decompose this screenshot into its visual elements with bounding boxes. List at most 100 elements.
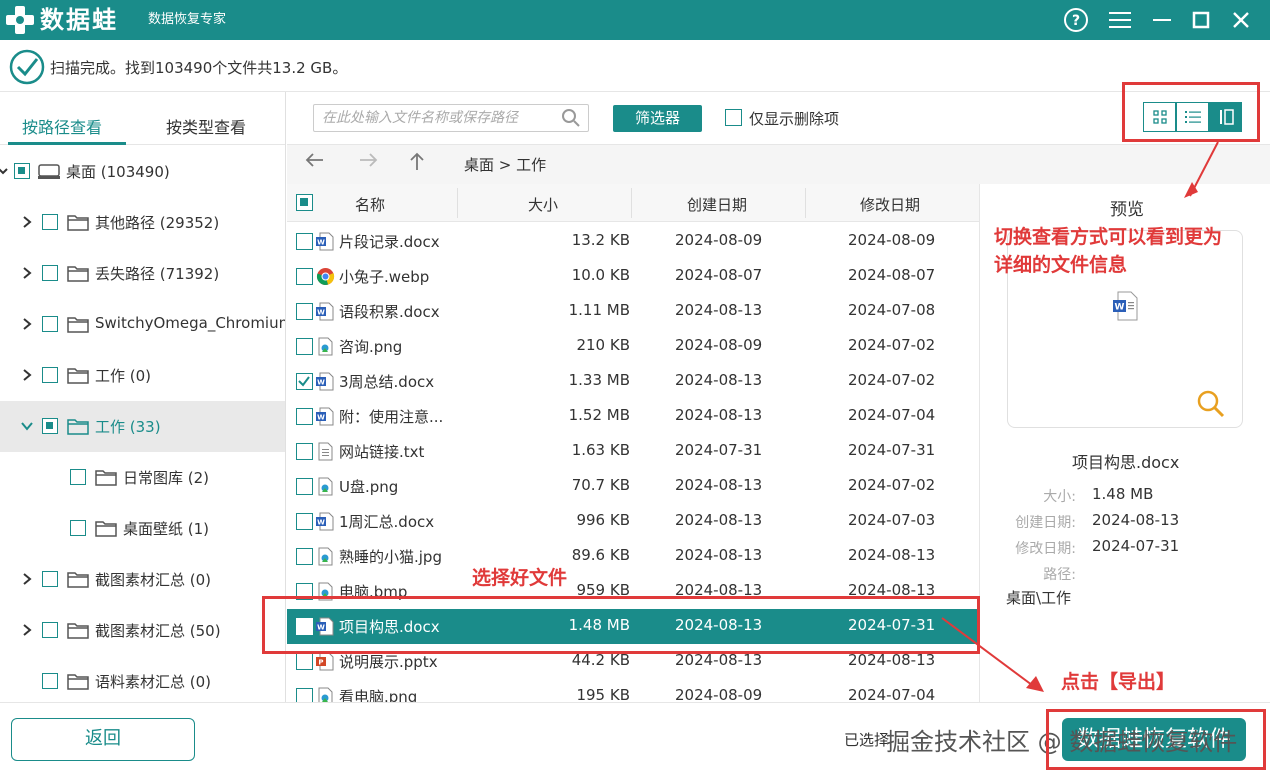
minimize-icon[interactable] (1147, 5, 1177, 35)
tree-checkbox[interactable] (42, 214, 58, 230)
file-row[interactable]: 咨询.png 210 KB 2024-08-09 2024-07-02 (287, 329, 979, 364)
file-checkbox[interactable] (296, 478, 313, 495)
up-arrow-icon[interactable] (409, 152, 425, 177)
tree-checkbox[interactable] (42, 418, 58, 434)
annotation-box-view-switch (1122, 82, 1260, 142)
back-arrow-icon[interactable] (305, 152, 325, 173)
file-name: 说明展示.pptx (339, 653, 438, 671)
column-modified[interactable]: 修改日期 (860, 194, 920, 215)
tree-checkbox[interactable] (42, 265, 58, 281)
preview-modified-value: 2024-07-31 (1092, 537, 1180, 555)
chevron-down-icon[interactable] (0, 164, 10, 178)
file-row[interactable]: 小兔子.webp 10.0 KB 2024-08-07 2024-08-07 (287, 259, 979, 294)
chevron-right-icon[interactable] (20, 266, 34, 280)
folder-icon (67, 368, 89, 384)
file-size: 70.7 KB (571, 476, 630, 494)
file-checkbox[interactable] (296, 443, 313, 460)
navigation-bar (287, 144, 1270, 184)
tree-item-screenshots-50[interactable]: 截图素材汇总 (50) (0, 605, 285, 656)
file-row[interactable]: W 1周汇总.docx 996 KB 2024-08-13 2024-07-03 (287, 504, 979, 539)
tree-item-other-paths[interactable]: 其他路径 (29352) (0, 197, 285, 248)
tree-checkbox[interactable] (42, 673, 58, 689)
deleted-only-checkbox[interactable] (725, 109, 742, 126)
file-checkbox[interactable] (296, 373, 313, 390)
zoom-icon[interactable] (1196, 389, 1226, 419)
column-name[interactable]: 名称 (355, 194, 385, 215)
tree-checkbox[interactable] (42, 316, 58, 332)
tree-checkbox[interactable] (42, 622, 58, 638)
file-name: 网站链接.txt (339, 443, 425, 461)
file-table-header: 名称 大小 创建日期 修改日期 (287, 184, 979, 222)
forward-arrow-icon[interactable] (358, 152, 378, 173)
image-file-icon (316, 477, 335, 496)
tree-item-screenshots-0[interactable]: 截图素材汇总 (0) (0, 554, 285, 605)
file-size: 13.2 KB (571, 231, 630, 249)
menu-icon[interactable] (1105, 5, 1135, 35)
drive-icon (38, 164, 60, 179)
tree-item-wallpaper[interactable]: 桌面壁纸 (1) (0, 503, 285, 554)
file-checkbox[interactable] (296, 303, 313, 320)
file-created-date: 2024-08-09 (675, 231, 763, 249)
chevron-right-icon[interactable] (20, 368, 34, 382)
tree-item-label: SwitchyOmega_Chromium (95, 314, 286, 332)
filter-button[interactable]: 筛选器 (613, 105, 702, 132)
file-created-date: 2024-08-13 (675, 511, 763, 529)
file-size: 1.11 MB (568, 301, 630, 319)
file-row[interactable]: W 附：使用注意... 1.52 MB 2024-08-13 2024-07-04 (287, 399, 979, 434)
tree-item-corpus[interactable]: 语料素材汇总 (0) (0, 656, 285, 702)
file-checkbox[interactable] (296, 513, 313, 530)
tree-item-switchyomega[interactable]: SwitchyOmega_Chromium (0, 299, 286, 350)
tree-checkbox[interactable] (14, 163, 30, 179)
file-modified-date: 2024-07-31 (848, 441, 936, 459)
tree-item-work-33[interactable]: 工作 (33) (0, 401, 285, 452)
file-row[interactable]: W 语段积累.docx 1.11 MB 2024-08-13 2024-07-08 (287, 294, 979, 329)
tree-item-lost-paths[interactable]: 丢失路径 (71392) (0, 248, 285, 299)
chevron-right-icon[interactable] (20, 572, 34, 586)
file-checkbox[interactable] (296, 548, 313, 565)
file-created-date: 2024-08-07 (675, 266, 763, 284)
file-row[interactable]: W 3周总结.docx 1.33 MB 2024-08-13 2024-07-02 (287, 364, 979, 399)
chevron-right-icon[interactable] (20, 623, 34, 637)
column-created[interactable]: 创建日期 (687, 194, 747, 215)
search-icon[interactable] (561, 108, 581, 128)
column-size[interactable]: 大小 (528, 194, 558, 215)
tree-checkbox[interactable] (70, 469, 86, 485)
file-row[interactable]: 熟睡的小猫.jpg 89.6 KB 2024-08-13 2024-08-13 (287, 539, 979, 574)
tree-item-label: 截图素材汇总 (50) (95, 622, 221, 640)
search-input[interactable]: 在此处输入文件名称或保存路径 (313, 104, 589, 132)
file-size: 996 KB (576, 511, 630, 529)
file-created-date: 2024-08-13 (675, 371, 763, 389)
selected-count-text: 已选择 (844, 731, 890, 749)
close-icon[interactable] (1226, 5, 1256, 35)
help-icon[interactable]: ? (1061, 5, 1091, 35)
tree-checkbox[interactable] (42, 571, 58, 587)
tree-item-work-0[interactable]: 工作 (0) (0, 350, 285, 401)
file-row[interactable]: 网站链接.txt 1.63 KB 2024-07-31 2024-07-31 (287, 434, 979, 469)
text-file-icon (316, 442, 335, 461)
tree-item-gallery[interactable]: 日常图库 (2) (0, 452, 285, 503)
tab-by-path[interactable]: 按路径查看 (22, 114, 102, 138)
tree-checkbox[interactable] (70, 520, 86, 536)
file-size: 210 KB (576, 336, 630, 354)
file-checkbox[interactable] (296, 653, 313, 670)
preview-modified-label: 修改日期: (1015, 541, 1076, 557)
file-checkbox[interactable] (296, 233, 313, 250)
maximize-icon[interactable] (1186, 5, 1216, 35)
file-row[interactable]: U盘.png 70.7 KB 2024-08-13 2024-07-02 (287, 469, 979, 504)
tree-item-desktop[interactable]: 桌面 (103490) (0, 146, 285, 197)
back-button[interactable]: 返回 (11, 718, 195, 761)
select-all-checkbox[interactable] (296, 194, 313, 211)
chevron-down-icon[interactable] (20, 419, 34, 433)
file-checkbox[interactable] (296, 408, 313, 425)
folder-icon (67, 266, 89, 282)
chevron-right-icon[interactable] (20, 215, 34, 229)
file-row[interactable]: W 片段记录.docx 13.2 KB 2024-08-09 2024-08-09 (287, 224, 979, 259)
file-modified-date: 2024-08-13 (848, 546, 936, 564)
chevron-right-icon[interactable] (20, 317, 34, 331)
file-checkbox[interactable] (296, 268, 313, 285)
preview-title: 预览 (1110, 200, 1144, 220)
svg-text:W: W (317, 379, 325, 387)
tree-checkbox[interactable] (42, 367, 58, 383)
tab-by-type[interactable]: 按类型查看 (166, 114, 246, 138)
file-checkbox[interactable] (296, 338, 313, 355)
